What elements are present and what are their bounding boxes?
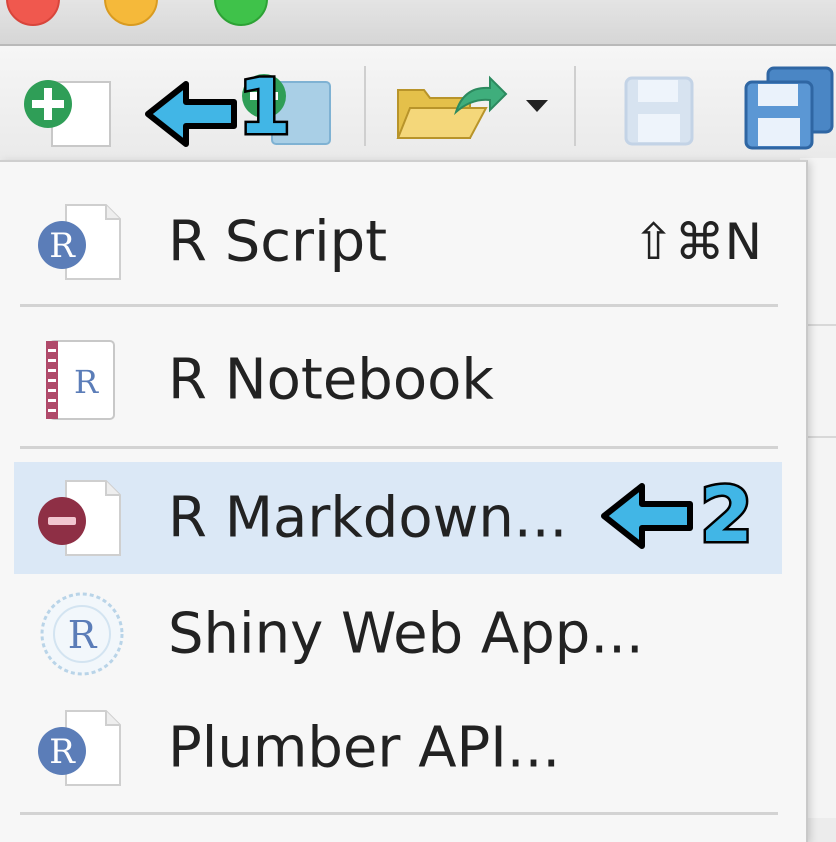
menu-item-label: Plumber API... <box>168 715 561 781</box>
callout-arrow-2 <box>601 483 693 549</box>
svg-text:R: R <box>74 363 99 401</box>
svg-text:R: R <box>68 613 98 657</box>
plus-document-icon <box>24 80 111 147</box>
r-document-icon: R <box>38 204 121 280</box>
callout-number-2: 2 <box>698 468 756 562</box>
menu-item-label: R Markdown... <box>168 485 568 551</box>
menu-item-label: R Notebook <box>168 347 494 413</box>
menu-divider <box>20 446 778 449</box>
menu-item-label: R Script <box>168 209 388 275</box>
window-title-bar <box>0 0 836 46</box>
toolbar-separator <box>574 66 576 146</box>
menu-item-r-script[interactable]: R R Script ⇧⌘N <box>14 186 782 298</box>
close-window-button[interactable] <box>6 0 60 26</box>
save-button[interactable] <box>620 72 700 152</box>
panel-divider <box>806 436 836 438</box>
save-all-icon <box>744 66 834 150</box>
r-document-icon: R <box>38 710 121 786</box>
menu-divider <box>20 304 778 307</box>
menu-item-r-notebook[interactable]: R R Notebook <box>14 324 782 436</box>
menu-item-shiny-web-app[interactable]: R Shiny Web App... <box>14 578 782 690</box>
chevron-down-icon <box>526 100 548 112</box>
svg-text:R: R <box>49 226 76 266</box>
menu-item-plumber-api[interactable]: R Plumber API... <box>14 692 782 804</box>
callout-arrow-1 <box>145 81 237 147</box>
open-file-button[interactable] <box>394 72 514 152</box>
keyboard-shortcut: ⇧⌘N <box>632 213 762 271</box>
menu-divider <box>20 812 778 815</box>
save-icon <box>624 76 694 146</box>
menu-item-label: Shiny Web App... <box>168 601 644 667</box>
save-all-button[interactable] <box>742 64 836 156</box>
svg-text:R: R <box>49 732 76 772</box>
toolbar-separator <box>364 66 366 146</box>
zoom-window-button[interactable] <box>214 0 268 26</box>
minimize-window-button[interactable] <box>104 0 158 26</box>
shiny-globe-icon: R <box>40 592 124 676</box>
new-file-button[interactable] <box>14 74 114 154</box>
r-notebook-icon: R <box>46 340 115 420</box>
open-file-dropdown[interactable] <box>522 96 552 120</box>
callout-number-1: 1 <box>236 60 294 154</box>
panel-divider <box>806 324 836 326</box>
folder-open-icon <box>396 75 508 139</box>
rmd-document-icon <box>38 480 121 556</box>
